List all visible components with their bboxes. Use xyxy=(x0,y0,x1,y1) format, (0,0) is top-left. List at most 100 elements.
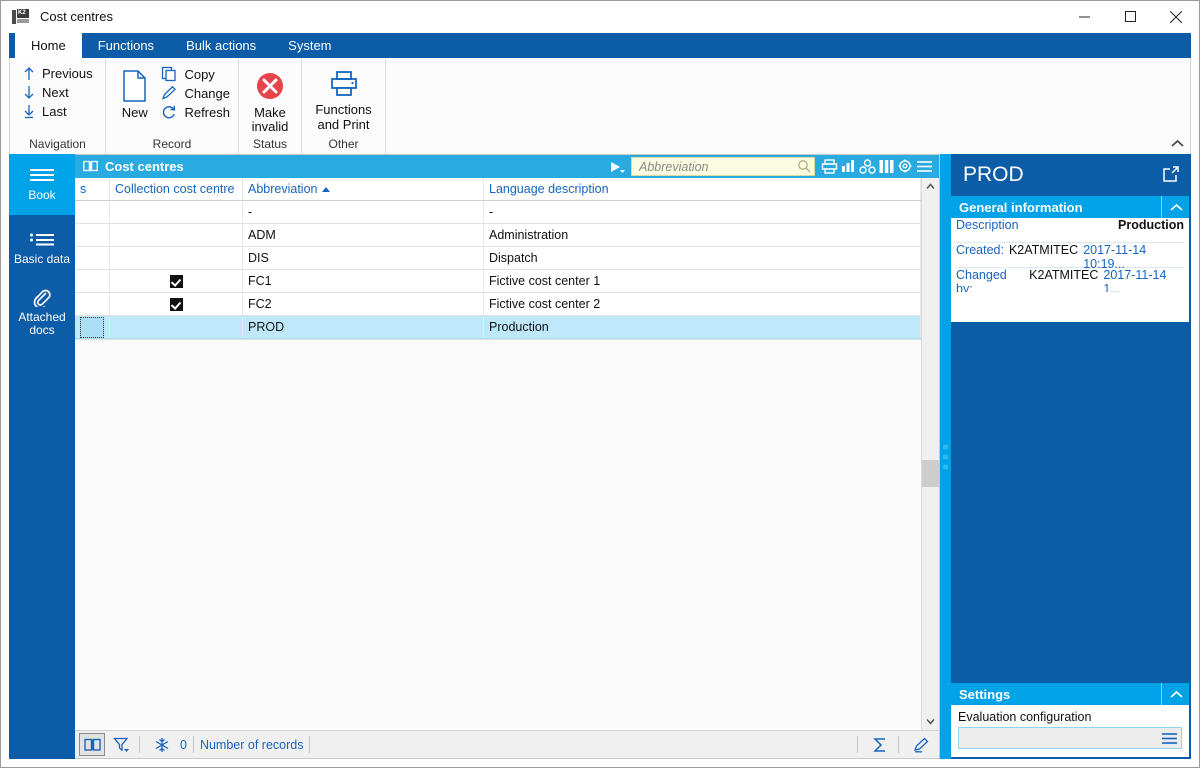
columns-icon[interactable] xyxy=(878,158,895,175)
grid-header-bar: Cost centres xyxy=(75,155,939,178)
group-icon[interactable] xyxy=(859,158,876,175)
scroll-up-chevron-up-icon[interactable] xyxy=(922,178,939,195)
make-invalid-button[interactable]: Make invalid xyxy=(242,63,298,134)
detail-panel-spacer xyxy=(951,322,1189,683)
refresh-button[interactable]: Refresh xyxy=(161,104,230,120)
book-lines-icon xyxy=(29,167,55,185)
new-document-icon xyxy=(122,66,148,106)
menu-icon[interactable] xyxy=(1157,732,1181,745)
scrollbar-thumb[interactable] xyxy=(922,460,939,487)
new-button[interactable]: New xyxy=(114,63,155,120)
last-button[interactable]: Last xyxy=(18,103,97,120)
cell-language-description: Production xyxy=(483,315,921,339)
table-row[interactable]: ADM Administration xyxy=(75,223,921,247)
pencil-icon xyxy=(161,85,177,101)
detail-row-description: Description Production xyxy=(956,218,1184,243)
play-dropdown-icon[interactable] xyxy=(609,160,625,174)
grid-vertical-scrollbar[interactable] xyxy=(921,178,939,730)
sigma-icon[interactable] xyxy=(868,734,892,755)
row-selector-cell[interactable] xyxy=(75,200,110,224)
scroll-down-chevron-down-icon[interactable] xyxy=(922,713,939,730)
tab-system[interactable]: System xyxy=(272,33,347,58)
row-selector-cell[interactable] xyxy=(75,269,110,293)
gear-icon[interactable] xyxy=(897,158,914,175)
maximize-icon[interactable] xyxy=(1107,1,1153,32)
column-header-s[interactable]: s xyxy=(75,178,110,201)
group-label-record: Record xyxy=(152,137,192,151)
cell-abbreviation: - xyxy=(242,200,484,224)
functions-and-print-button[interactable]: Functions and Print xyxy=(305,63,383,132)
description-label: Description xyxy=(956,218,1019,232)
print-icon[interactable] xyxy=(821,158,838,175)
status-separator xyxy=(139,736,140,753)
section-header-settings[interactable]: Settings xyxy=(951,683,1189,705)
column-header-language-description[interactable]: Language description xyxy=(483,178,921,201)
sidebar-item-book[interactable]: Book xyxy=(9,154,75,215)
pencil-icon[interactable] xyxy=(909,734,933,755)
application-window: K2 Cost centres Home Functions Bulk acti… xyxy=(0,0,1200,768)
status-separator xyxy=(192,736,194,753)
chart-icon[interactable] xyxy=(840,158,857,175)
column-header-abbreviation[interactable]: Abbreviation xyxy=(242,178,484,201)
sidebar-item-basic-data[interactable]: Basic data xyxy=(9,218,75,279)
panel-splitter[interactable] xyxy=(940,154,951,759)
table-row[interactable]: FC2 Fictive cost center 2 xyxy=(75,292,921,316)
sidebar-item-attached-docs[interactable]: Attached docs xyxy=(9,282,75,343)
row-selector-cell[interactable] xyxy=(75,292,110,316)
close-icon[interactable] xyxy=(1153,1,1199,32)
table-header-row: s Collection cost centre Abbreviation La… xyxy=(75,178,921,201)
cell-language-description: Fictive cost center 2 xyxy=(483,292,921,316)
magnifier-icon[interactable] xyxy=(797,159,811,176)
tab-bulk-actions[interactable]: Bulk actions xyxy=(170,33,272,58)
copy-button[interactable]: Copy xyxy=(161,66,230,82)
minimize-icon[interactable] xyxy=(1061,1,1107,32)
row-selector-cell[interactable] xyxy=(75,246,110,270)
ribbon-empty-area xyxy=(386,58,1190,154)
cell-abbreviation: ADM xyxy=(242,223,484,247)
previous-button[interactable]: Previous xyxy=(18,65,97,82)
book-open-icon[interactable] xyxy=(79,733,105,756)
menu-icon[interactable] xyxy=(916,158,933,175)
change-button[interactable]: Change xyxy=(161,85,230,101)
group-label-navigation: Navigation xyxy=(29,137,86,151)
section-title-general-information: General information xyxy=(959,199,1083,215)
arrow-down-icon xyxy=(22,85,36,100)
paperclip-icon xyxy=(32,289,52,307)
refresh-icon xyxy=(161,104,177,120)
filter-funnel-icon[interactable] xyxy=(109,734,133,755)
section-header-general-information[interactable]: General information xyxy=(951,196,1189,218)
table-row-selected[interactable]: PROD Production xyxy=(75,315,921,339)
section-title-settings: Settings xyxy=(959,686,1011,702)
ribbon-group-navigation: Previous Next Last Navigation xyxy=(10,58,106,154)
column-header-collection-cost-centre[interactable]: Collection cost centre xyxy=(109,178,243,201)
focus-indicator xyxy=(80,316,104,338)
section-collapse-chevron-up-icon[interactable] xyxy=(1161,683,1183,705)
snowflake-icon[interactable] xyxy=(150,734,174,755)
scrollbar-track[interactable] xyxy=(922,195,939,713)
row-selector-cell-focused[interactable] xyxy=(75,315,110,339)
table-row[interactable]: FC1 Fictive cost center 1 xyxy=(75,269,921,293)
ribbon-collapse-chevron-up-icon[interactable] xyxy=(1171,136,1184,151)
tab-home[interactable]: Home xyxy=(15,33,82,58)
cell-collection xyxy=(109,200,243,224)
window-title: Cost centres xyxy=(40,9,113,24)
external-link-icon[interactable] xyxy=(1163,165,1179,185)
row-selector-cell[interactable] xyxy=(75,223,110,247)
ribbon-group-status: Make invalid Status xyxy=(239,58,302,154)
evaluation-configuration-field[interactable] xyxy=(958,727,1182,749)
k2-app-icon: K2 xyxy=(12,8,30,25)
workspace: Book Basic data Attached docs Cost centr… xyxy=(9,154,1191,759)
next-button[interactable]: Next xyxy=(18,84,97,101)
record-count: 0 xyxy=(180,737,187,752)
search-box[interactable] xyxy=(631,157,815,176)
search-input[interactable] xyxy=(637,158,791,175)
last-label: Last xyxy=(42,104,67,119)
section-collapse-chevron-up-icon[interactable] xyxy=(1161,196,1183,218)
table-row[interactable]: DIS Dispatch xyxy=(75,246,921,270)
tab-functions[interactable]: Functions xyxy=(82,33,170,58)
checkbox-checked-icon[interactable] xyxy=(169,298,183,312)
checkbox-checked-icon[interactable] xyxy=(169,275,183,289)
detail-panel-header: PROD xyxy=(951,154,1189,196)
table-row[interactable]: - - xyxy=(75,200,921,224)
sort-ascending-icon xyxy=(321,187,330,193)
